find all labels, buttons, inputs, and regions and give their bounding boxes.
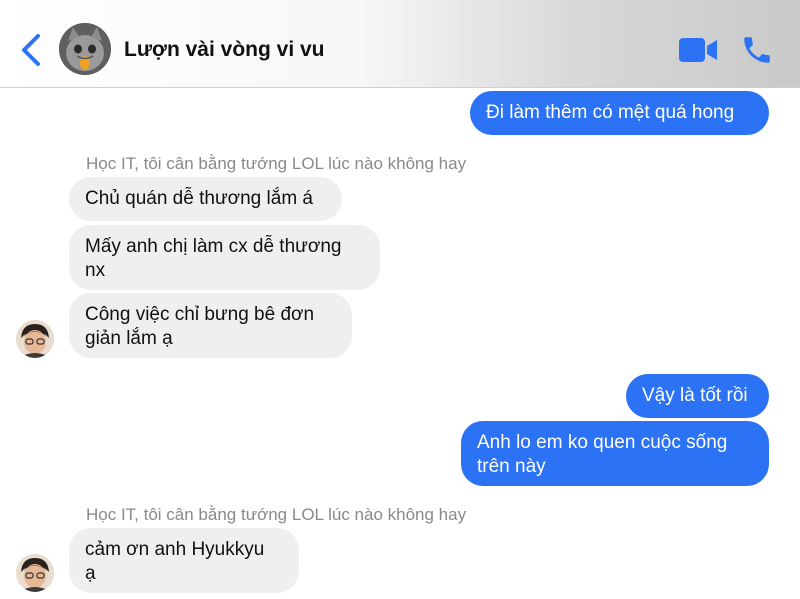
back-button[interactable]	[18, 33, 44, 67]
chat-avatar[interactable]	[59, 23, 111, 75]
video-call-button[interactable]	[678, 36, 718, 64]
phone-icon	[744, 37, 770, 63]
message-bubble-outgoing[interactable]: Vậy là tốt rồi	[626, 374, 769, 418]
chevron-left-icon	[22, 34, 40, 66]
cat-avatar-image	[59, 23, 111, 75]
sender-name: Học IT, tôi cân bằng tướng LOL lúc nào k…	[86, 154, 467, 173]
person-avatar-image	[16, 320, 54, 358]
sender-avatar[interactable]	[16, 320, 54, 358]
chat-header: Lượn vài vòng vi vu	[0, 0, 800, 88]
video-camera-icon	[679, 38, 717, 62]
sender-name: Học IT, tôi cân bằng tướng LOL lúc nào k…	[86, 505, 467, 524]
message-bubble-incoming[interactable]: Mấy anh chị làm cx dễ thương nx	[69, 225, 380, 290]
person-avatar-image	[16, 554, 54, 592]
message-bubble-outgoing[interactable]: Đi làm thêm có mệt quá hong	[470, 91, 769, 135]
voice-call-button[interactable]	[740, 33, 774, 67]
message-bubble-outgoing[interactable]: Anh lo em ko quen cuộc sống trên này	[461, 421, 769, 486]
message-bubble-incoming[interactable]: Chủ quán dễ thương lắm á	[69, 177, 342, 221]
sender-avatar[interactable]	[16, 554, 54, 592]
message-bubble-incoming[interactable]: Công việc chỉ bưng bê đơn giản lắm ạ	[69, 293, 352, 358]
chat-title[interactable]: Lượn vài vòng vi vu	[124, 38, 325, 62]
message-bubble-incoming[interactable]: cảm ơn anh Hyukkyu ạ	[69, 528, 299, 593]
